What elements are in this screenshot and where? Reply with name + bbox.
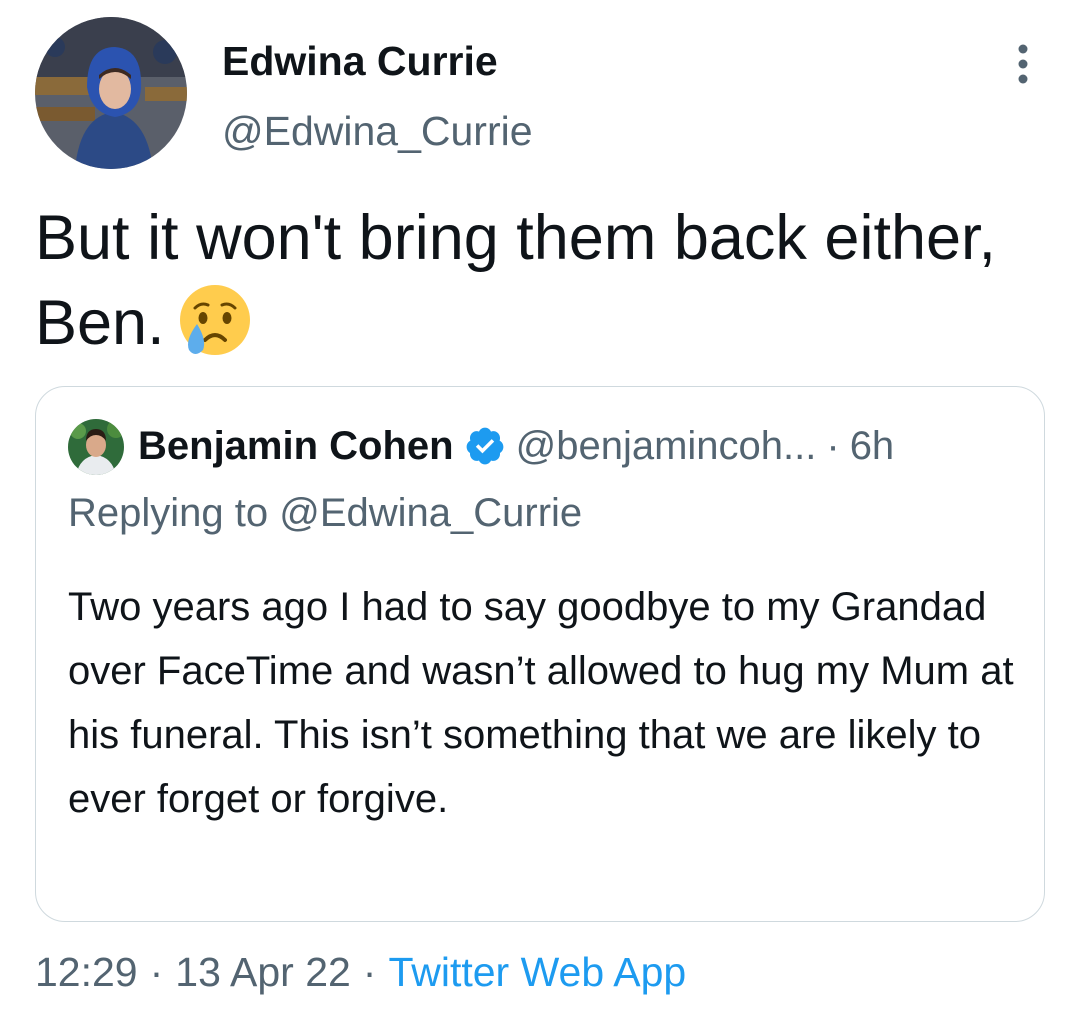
author-handle[interactable]: @Edwina_Currie (222, 106, 533, 156)
quoted-tweet-text: Two years ago I had to say goodbye to my… (68, 585, 1014, 821)
crying-face-icon (177, 278, 253, 358)
quoted-author-handle[interactable]: @benjamincoh... (516, 424, 817, 469)
author-avatar[interactable] (35, 17, 187, 169)
tweet-time[interactable]: 12:29 (35, 949, 138, 995)
footer-separator: · (149, 949, 164, 995)
tweet-source-link[interactable]: Twitter Web App (388, 949, 686, 995)
tweet-date[interactable]: 13 Apr 22 (175, 949, 351, 995)
tweet-text: But it won't bring them back either, Ben… (35, 198, 1025, 363)
header-separator: · (826, 423, 840, 468)
verified-badge-icon (464, 425, 506, 467)
quoted-author-avatar-image (68, 419, 124, 475)
footer-separator: · (362, 949, 377, 995)
quoted-author-name[interactable]: Benjamin Cohen (138, 424, 454, 469)
more-options-button[interactable] (1008, 44, 1038, 84)
author-avatar-image (35, 17, 187, 169)
quoted-author-avatar[interactable] (68, 419, 124, 475)
replying-to-label: Replying to @Edwina_Currie (68, 491, 583, 535)
more-options-icon (1018, 44, 1028, 84)
author-name[interactable]: Edwina Currie (222, 36, 498, 86)
tweet-footer: 12:29 · 13 Apr 22 · Twitter Web App (35, 946, 686, 998)
quoted-tweet-card[interactable]: Benjamin Cohen @benjamincoh... · 6h Repl… (35, 386, 1045, 922)
quoted-tweet-time[interactable]: 6h (850, 424, 895, 469)
quoted-tweet-header: Benjamin Cohen @benjamincoh... · 6h (138, 420, 894, 472)
